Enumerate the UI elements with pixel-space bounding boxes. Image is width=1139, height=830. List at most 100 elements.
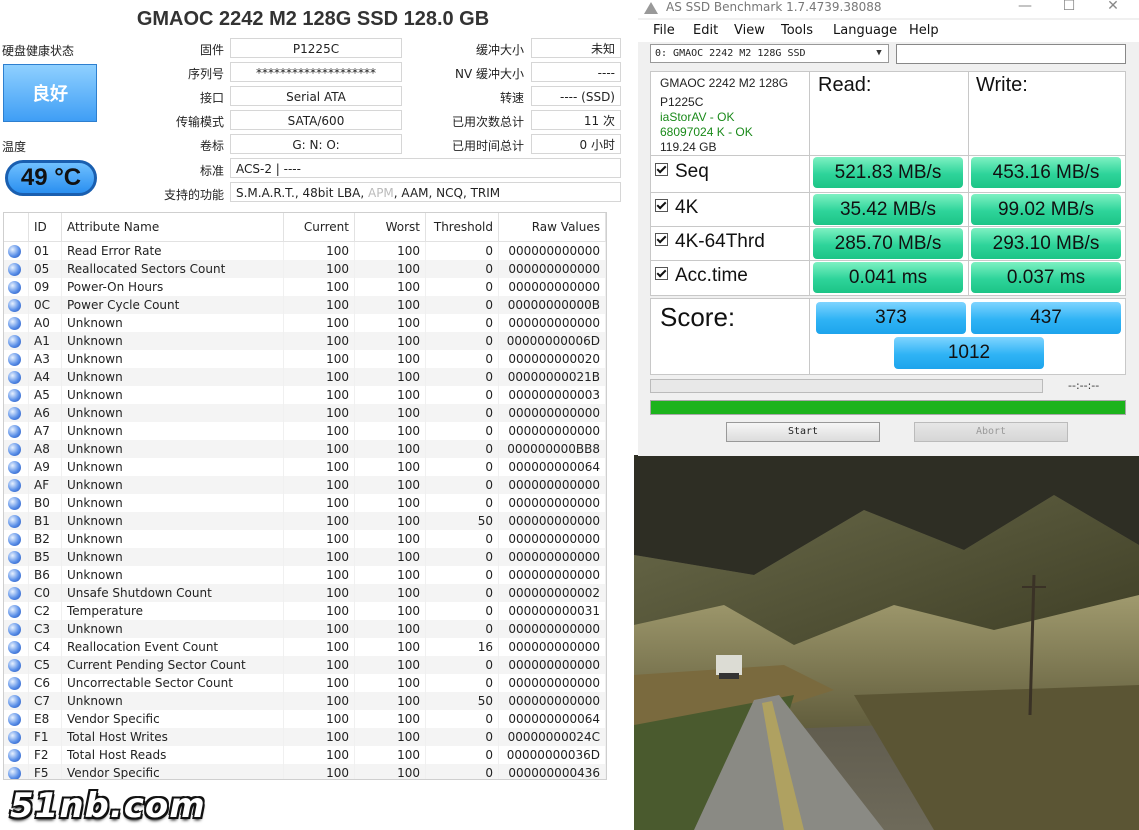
smart-row[interactable]: C5 Current Pending Sector Count 100 100 0 000… [4,656,606,674]
smart-row[interactable]: A4 Unknown 100 100 0 00000000021B [4,368,606,386]
smart-row[interactable]: A3 Unknown 100 100 0 000000000020 [4,350,606,368]
smart-status-cell [4,440,29,458]
smart-header-name[interactable]: Attribute Name [61,213,284,242]
smart-status-cell [4,350,29,368]
checkbox-icon[interactable] [655,199,668,213]
smart-row[interactable]: A9 Unknown 100 100 0 000000000064 [4,458,606,476]
smart-row[interactable]: A5 Unknown 100 100 0 000000000003 [4,386,606,404]
smart-status-cell [4,332,29,350]
smart-row[interactable]: F1 Total Host Writes 100 100 0 00000000024C [4,728,606,746]
smart-threshold: 0 [425,332,499,350]
health-status-button[interactable]: 良好 [3,64,97,122]
smart-status-cell [4,548,29,566]
smart-row[interactable]: E8 Vendor Specific 100 100 0 000000000064 [4,710,606,728]
smart-row[interactable]: 01 Read Error Rate 100 100 0 000000000000 [4,241,606,260]
smart-row[interactable]: C6 Uncorrectable Sector Count 100 100 0 00000… [4,674,606,692]
smart-row[interactable]: C0 Unsafe Shutdown Count 100 100 0 0000000000… [4,584,606,602]
smart-header-id[interactable]: ID [28,213,62,242]
smart-row[interactable]: C4 Reallocation Event Count 100 100 16 000000… [4,638,606,656]
smart-current: 100 [283,368,355,386]
maximize-icon[interactable]: ☐ [1054,0,1084,14]
smart-table-body: 01 Read Error Rate 100 100 0 000000000000 05 Re… [4,241,606,779]
smart-worst: 100 [354,512,426,530]
smart-header-current[interactable]: Current [283,213,355,242]
menu-file[interactable]: File [653,23,675,38]
checkbox-icon[interactable] [655,163,668,177]
smart-row[interactable]: F5 Vendor Specific 100 100 0 000000000436 [4,764,606,779]
smart-current: 100 [283,584,355,602]
smart-header-raw[interactable]: Raw Values [498,213,606,242]
overall-progress-fill [651,401,1125,414]
smart-row[interactable]: 0C Power Cycle Count 100 100 0 00000000000B [4,296,606,314]
smart-row[interactable]: C3 Unknown 100 100 0 000000000000 [4,620,606,638]
smart-status-cell [4,422,29,440]
test-4k[interactable]: 4K [655,197,698,219]
smart-row[interactable]: F2 Total Host Reads 100 100 0 00000000036D [4,746,606,764]
smart-current: 100 [283,494,355,512]
smart-row[interactable]: B1 Unknown 100 100 50 000000000000 [4,512,606,530]
smart-raw: 00000000006D [498,332,606,350]
smart-status-cell [4,241,29,260]
smart-threshold: 0 [425,764,499,779]
test-4k-64thrd[interactable]: 4K-64Thrd [655,231,765,253]
status-dot-icon [8,569,21,582]
smart-attribute-name: Vendor Specific [61,764,284,779]
smart-header-worst[interactable]: Worst [354,213,426,242]
smart-row[interactable]: A1 Unknown 100 100 0 00000000006D [4,332,606,350]
smart-row[interactable]: B5 Unknown 100 100 0 000000000000 [4,548,606,566]
smart-id: F5 [28,764,62,779]
minimize-icon[interactable]: — [1010,0,1040,14]
smart-row[interactable]: A8 Unknown 100 100 0 000000000BB8 [4,440,606,458]
close-icon[interactable]: ✕ [1098,0,1128,14]
drive-select[interactable]: 0: GMAOC 2242 M2 128G SSD ▼ [650,44,889,63]
as-ssd-titlebar[interactable]: AS SSD Benchmark 1.7.4739.38088 — ☐ ✕ [638,0,1139,18]
smart-table[interactable]: ID Attribute Name Current Worst Threshol… [3,212,607,780]
smart-row[interactable]: C7 Unknown 100 100 50 000000000000 [4,692,606,710]
smart-row[interactable]: C2 Temperature 100 100 0 000000000031 [4,602,606,620]
menu-tools[interactable]: Tools [781,23,813,38]
smart-id: A0 [28,314,62,332]
smart-id: A4 [28,368,62,386]
smart-id: 01 [28,241,62,260]
status-dot-icon [8,587,21,600]
smart-worst: 100 [354,404,426,422]
menu-language[interactable]: Language [833,23,897,38]
interface-value: Serial ATA [230,86,402,106]
smart-raw: 000000000000 [498,530,606,548]
smart-threshold: 0 [425,566,499,584]
divider [809,71,810,296]
drive-extra-field[interactable] [896,44,1126,64]
smart-row[interactable]: 09 Power-On Hours 100 100 0 000000000000 [4,278,606,296]
smart-row[interactable]: 05 Reallocated Sectors Count 100 100 0 000000… [4,260,606,278]
start-button[interactable]: Start [726,422,880,442]
smart-row[interactable]: A7 Unknown 100 100 0 000000000000 [4,422,606,440]
status-dot-icon [8,767,21,779]
menu-edit[interactable]: Edit [693,23,718,38]
smart-attribute-name: Power-On Hours [61,278,284,296]
smart-row[interactable]: B0 Unknown 100 100 0 000000000000 [4,494,606,512]
smart-threshold: 0 [425,710,499,728]
smart-status-cell [4,566,29,584]
smart-header-threshold[interactable]: Threshold [425,213,499,242]
abort-button[interactable]: Abort [914,422,1068,442]
checkbox-icon[interactable] [655,267,668,281]
drive-firmware: P1225C [660,95,704,109]
test-seq[interactable]: Seq [655,161,709,183]
time-progress-bar [650,379,1043,393]
smart-row[interactable]: A0 Unknown 100 100 0 000000000000 [4,314,606,332]
test-acc-time[interactable]: Acc.time [655,265,748,287]
smart-row[interactable]: A6 Unknown 100 100 0 000000000000 [4,404,606,422]
temperature-badge[interactable]: 49 °C [5,160,97,196]
menu-view[interactable]: View [734,23,765,38]
menu-help[interactable]: Help [909,23,939,38]
smart-attribute-name: Unknown [61,404,284,422]
smart-current: 100 [283,728,355,746]
seq-read-result: 521.83 MB/s [813,157,963,188]
checkbox-icon[interactable] [655,233,668,247]
smart-current: 100 [283,386,355,404]
smart-row[interactable]: B6 Unknown 100 100 0 000000000000 [4,566,606,584]
smart-row[interactable]: AF Unknown 100 100 0 000000000000 [4,476,606,494]
smart-row[interactable]: B2 Unknown 100 100 0 000000000000 [4,530,606,548]
smart-worst: 100 [354,548,426,566]
status-dot-icon [8,353,21,366]
